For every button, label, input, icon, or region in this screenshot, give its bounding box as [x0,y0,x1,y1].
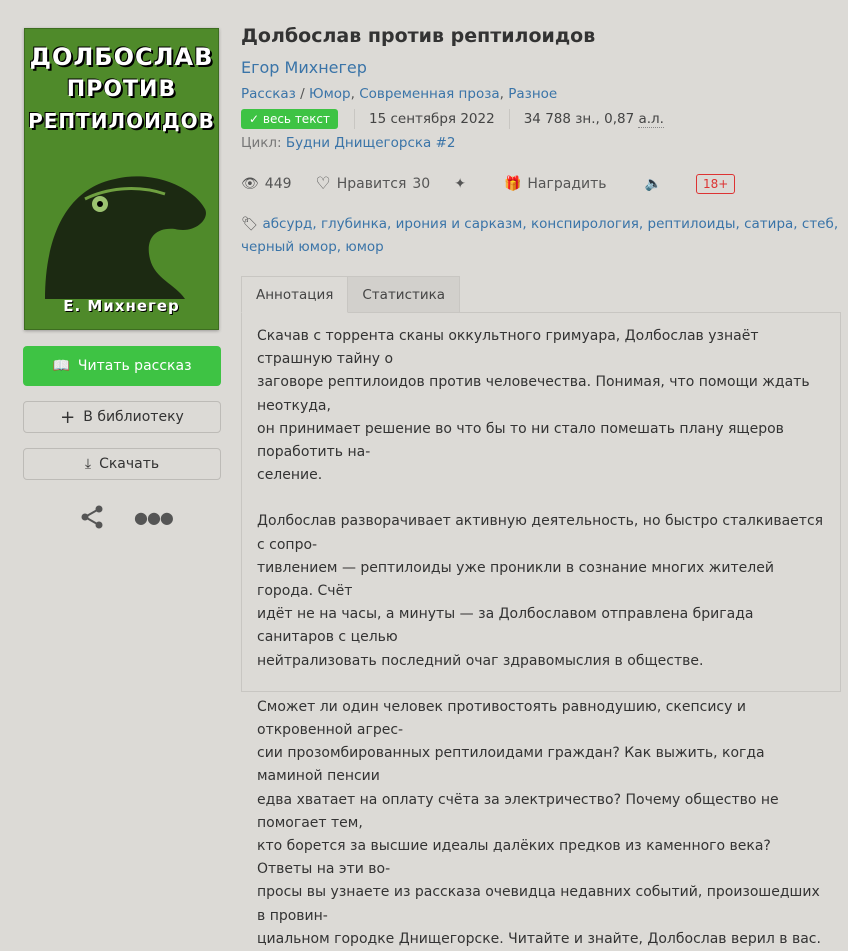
reward-button[interactable]: 🎁 Наградить [504,176,607,192]
likes-count: 30 [412,176,431,192]
size-unit: а.л. [638,110,664,128]
like-label: Нравится [336,176,407,192]
book-size: 34 788 зн., 0,87 [523,111,635,127]
download-button[interactable]: ⤓ Скачать [23,448,221,480]
more-options-icon[interactable]: ●●● [134,508,174,527]
annotation-line: тивлением — рептилоиды уже проникли в со… [257,559,774,600]
gift-icon: 🎁 [503,176,522,192]
tab-statistics[interactable]: Статистика [348,276,461,313]
speaker-icon: 🔈 [644,176,662,192]
book-cover[interactable]: ДОЛБОСЛАВ ПРОТИВ РЕПТИЛОИДОВ Е. Михнегер [24,28,219,330]
annotation-line: Долбослав разворачивает активную деятель… [257,513,824,553]
badge-label: весь текст [262,112,331,126]
cycle-link[interactable]: Будни Днищегорска #2 [286,135,456,151]
like-button[interactable]: ♡ Нравится 30 [316,174,431,194]
annotation-line: циальном городке Днищегорске. Читайте и … [257,930,821,947]
annotation-line: нейтрализовать последний очаг здравомысл… [257,652,704,669]
views-count: 449 [264,176,292,192]
annotation-line: сии прозомбированных рептилоидами гражда… [257,745,765,785]
genre-link[interactable]: Юмор [309,86,351,102]
book-meta: ✓ весь текст 15 сентября 2022 34 788 зн.… [241,109,664,129]
cover-author: Е. Михнегер [63,297,180,315]
author-link[interactable]: Егор Михнегер [241,58,367,77]
sparkles-button[interactable]: ✦ [454,176,466,192]
tag-link[interactable]: стеб [802,216,834,232]
eye-icon: 👁 [241,176,259,192]
age-rating-badge: 18+ [695,174,736,194]
tag-link[interactable]: сатира [744,216,793,232]
book-title: Долбослав против рептилоидов [241,25,596,47]
tabs: Аннотация Статистика [241,276,461,313]
cover-title-line: ДОЛБОСЛАВ [29,43,214,71]
read-label: Читать рассказ [77,358,192,374]
heart-icon: ♡ [315,174,331,194]
annotation-paragraph: Долбослав разворачивает активную деятель… [257,510,825,672]
status-badge: ✓ весь текст [241,109,339,129]
tab-annotation[interactable]: Аннотация [241,276,349,313]
sparkles-icon: ✦ [454,176,466,192]
tag-link[interactable]: конспирология [531,216,639,232]
tag-link[interactable]: черный юмор [241,239,337,255]
annotation-paragraph: Сможет ли один человек противостоять рав… [257,696,825,951]
cycle: Цикл: Будни Днищегорска #2 [241,135,456,151]
tag-link[interactable]: абсурд [262,216,312,232]
plus-icon: + [60,406,76,428]
download-label: Скачать [99,456,160,472]
annotation-line: селение. [257,467,323,484]
tag-link[interactable]: юмор [345,239,383,255]
annotation-paragraph: Скачав с торрента сканы оккультного грим… [257,325,825,487]
book-open-icon: 📖 [52,358,70,374]
stats-bar: 👁 449 ♡ Нравится 30 ✦ 🎁 Наградить 🔈 18+ [241,174,736,194]
publish-date: 15 сентября 2022 [369,111,495,127]
annotation-line: просы вы узнаете из рассказа очевидца не… [257,884,820,924]
share-icon[interactable] [80,505,104,529]
reptile-illustration [45,176,206,299]
cover-title-line: РЕПТИЛОИДОВ [28,109,215,133]
read-button[interactable]: 📖 Читать рассказ [23,346,221,386]
annotation-line: заговоре рептилоидов против человечества… [257,374,810,414]
tag-icon: 🏷 [241,216,259,232]
genre-link[interactable]: Разное [508,86,557,102]
library-label: В библиотеку [83,409,184,425]
annotation-line: кто борется за высшие идеалы далёких пре… [257,838,771,878]
annotation-panel: Скачав с торрента сканы оккультного грим… [241,312,841,947]
genre-link[interactable]: Современная проза [359,86,499,102]
genre-link[interactable]: Рассказ [241,86,296,102]
tags-list: 🏷 абсурд, глубинка, ирония и сарказм, ко… [241,216,839,255]
annotation-line: едва хватает на оплату счёта за электрич… [257,791,779,831]
audio-button[interactable]: 🔈 [645,176,662,192]
annotation-line: он принимает решение во что бы то ни ста… [257,420,784,461]
views: 👁 449 [241,176,292,192]
annotation-line: Сможет ли один человек противостоять рав… [257,698,746,739]
tag-link[interactable]: глубинка [321,216,387,232]
tag-link[interactable]: ирония и сарказм [396,216,523,232]
tag-link[interactable]: рептилоиды [648,216,736,232]
annotation-line: идёт не на часы, а минуты — за Долбослав… [257,606,754,646]
cover-title-line: ПРОТИВ [66,77,177,102]
add-to-library-button[interactable]: + В библиотеку [23,401,221,433]
reward-label: Наградить [527,176,607,192]
genres: Рассказ / Юмор, Современная проза, Разно… [241,86,558,102]
cycle-label: Цикл: [241,135,282,151]
annotation-line: Скачав с торрента сканы оккультного грим… [257,328,759,368]
download-icon: ⤓ [84,456,92,472]
